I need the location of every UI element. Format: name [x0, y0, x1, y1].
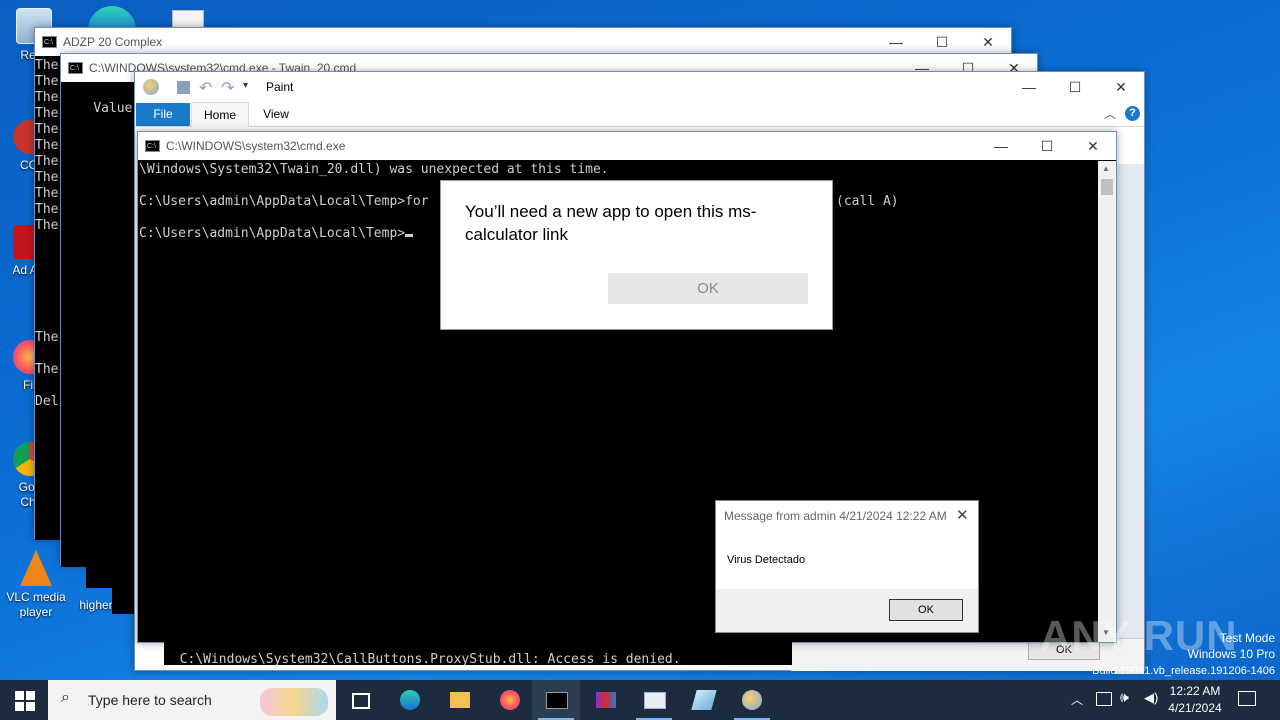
search-placeholder: Type here to search	[88, 692, 212, 708]
start-button[interactable]	[0, 680, 48, 720]
undo-icon[interactable]: ↶	[199, 78, 212, 98]
clock[interactable]: 12:22 AM 4/21/2024	[1164, 683, 1226, 717]
message-dialog-ok-button[interactable]: OK	[889, 599, 963, 621]
console-line: (call A)	[836, 194, 899, 209]
console-line: C:\Windows\System32\CallButtons.ProxyStu…	[179, 652, 681, 665]
adzp-titlebar[interactable]: C:\ ADZP 20 Complex — ☐ ✕	[35, 28, 1011, 56]
app-link-message: You’ll need a new app to open this ms-ca…	[465, 202, 757, 244]
build-text: Build 19041.vb_release.191206-1406	[1092, 665, 1275, 677]
taskbar-firefox[interactable]	[486, 680, 534, 720]
message-dialog[interactable]: Message from admin 4/21/2024 12:22 AM ✕ …	[715, 500, 979, 633]
taskbar-notepad[interactable]	[680, 680, 728, 720]
task-view-button[interactable]	[336, 680, 384, 720]
paint-titlebar[interactable]: ↶ ↷ ▾ Paint — ☐ ✕	[135, 72, 1144, 102]
firefox-icon	[500, 690, 520, 710]
taskbar-search-box[interactable]: ⌕ Type here to search	[48, 680, 336, 720]
main-cmd-title: C:\WINDOWS\system32\cmd.exe	[166, 139, 346, 153]
network-icon[interactable]	[1096, 692, 1112, 706]
app-link-ok-button[interactable]: OK	[608, 273, 808, 304]
show-hidden-icons-button[interactable]: ︿	[1071, 691, 1083, 708]
vlc-icon	[20, 550, 52, 586]
task-view-icon	[352, 693, 370, 709]
taskbar-edge[interactable]	[386, 680, 434, 720]
volume-icon[interactable]: 🕪	[1120, 689, 1129, 706]
app-link-dialog[interactable]: You’ll need a new app to open this ms-ca…	[440, 180, 833, 330]
minimize-button[interactable]: —	[1006, 73, 1052, 101]
taskbar-paint[interactable]	[728, 680, 776, 720]
speaker-icon[interactable]: ◀)	[1144, 690, 1158, 706]
paint-title: Paint	[266, 80, 294, 94]
paint-app-icon	[143, 79, 159, 95]
taskbar-winrar[interactable]	[582, 680, 630, 720]
notification-center-icon[interactable]	[1238, 691, 1256, 706]
maximize-button[interactable]: ☐	[1052, 73, 1098, 101]
tab-file[interactable]: File	[136, 103, 190, 126]
help-icon[interactable]: ?	[1125, 106, 1140, 121]
taskbar-cmd[interactable]	[532, 680, 580, 720]
notepad-icon	[691, 690, 717, 710]
paint-right-panel	[1115, 164, 1144, 674]
windows-logo-icon	[15, 691, 35, 711]
maximize-button[interactable]: ☐	[919, 28, 965, 56]
clock-time: 12:22 AM	[1169, 684, 1221, 698]
adzp-title: ADZP 20 Complex	[63, 35, 163, 49]
main-cmd-titlebar[interactable]: C:\ C:\WINDOWS\system32\cmd.exe — ☐ ✕	[138, 132, 1116, 160]
cursor	[405, 234, 414, 237]
console-prompt: C:\Users\admin\AppData\Local\Temp>	[139, 226, 414, 242]
lower-console: C:\Windows\System32\CallButtons.ProxyStu…	[164, 636, 792, 665]
close-button[interactable]: ✕	[1098, 73, 1144, 101]
taskbar-app[interactable]	[630, 680, 678, 720]
main-cmd-scrollbar[interactable]: ▲ ▼	[1098, 161, 1116, 642]
search-icon: ⌕	[61, 689, 70, 706]
tab-home[interactable]: Home	[191, 102, 249, 127]
taskbar-file-explorer[interactable]	[436, 680, 484, 720]
test-mode-text: Test Mode	[1219, 631, 1275, 645]
save-icon[interactable]	[177, 81, 190, 94]
clock-date: 4/21/2024	[1168, 701, 1222, 715]
cmd-icon: C:\	[68, 62, 83, 74]
redo-icon[interactable]: ↷	[221, 78, 234, 98]
message-text: Virus Detectado	[727, 554, 806, 566]
os-edition-text: Windows 10 Pro	[1187, 647, 1275, 661]
console-line: \Windows\System32\Twain_20.dll) was unex…	[139, 162, 609, 177]
close-button[interactable]: ✕	[1070, 132, 1116, 160]
minimize-button[interactable]: —	[873, 28, 919, 56]
quick-access-dropdown-icon[interactable]: ▾	[243, 80, 248, 91]
message-dialog-title: Message from admin 4/21/2024 12:22 AM	[724, 509, 947, 523]
cmd-icon: C:\	[42, 36, 57, 48]
cmd-icon	[546, 692, 568, 709]
search-highlight-icon	[260, 688, 328, 716]
window-app-icon	[644, 692, 666, 709]
folder-icon	[450, 692, 470, 708]
tab-view[interactable]: View	[251, 102, 301, 126]
maximize-button[interactable]: ☐	[1024, 132, 1070, 160]
message-dialog-body: Virus Detectado	[716, 531, 978, 589]
close-icon[interactable]: ✕	[956, 506, 969, 524]
message-dialog-titlebar[interactable]: Message from admin 4/21/2024 12:22 AM ✕	[716, 501, 978, 531]
console-line: C:\Users\admin\AppData\Local\Temp>for	[139, 194, 429, 209]
minimize-button[interactable]: —	[978, 132, 1024, 160]
cmd-icon: C:\	[145, 140, 160, 152]
paint-icon	[742, 690, 762, 710]
scroll-thumb[interactable]	[1101, 179, 1113, 195]
desktop-icon-vlc[interactable]: VLC media player	[6, 550, 66, 620]
console-strip	[112, 588, 136, 614]
scroll-up-arrow-icon[interactable]: ▲	[1102, 164, 1110, 173]
ribbon-collapse-icon[interactable]: ︿	[1104, 105, 1116, 122]
winrar-icon	[596, 692, 616, 708]
paint-ribbon-tabs: File Home View ︿ ?	[135, 102, 1144, 127]
console-strip	[86, 560, 136, 588]
edge-icon	[400, 690, 420, 710]
close-button[interactable]: ✕	[965, 28, 1011, 56]
taskbar: ⌕ Type here to search ︿ 🕪 ◀) 12:22 AM 4/…	[0, 680, 1280, 720]
